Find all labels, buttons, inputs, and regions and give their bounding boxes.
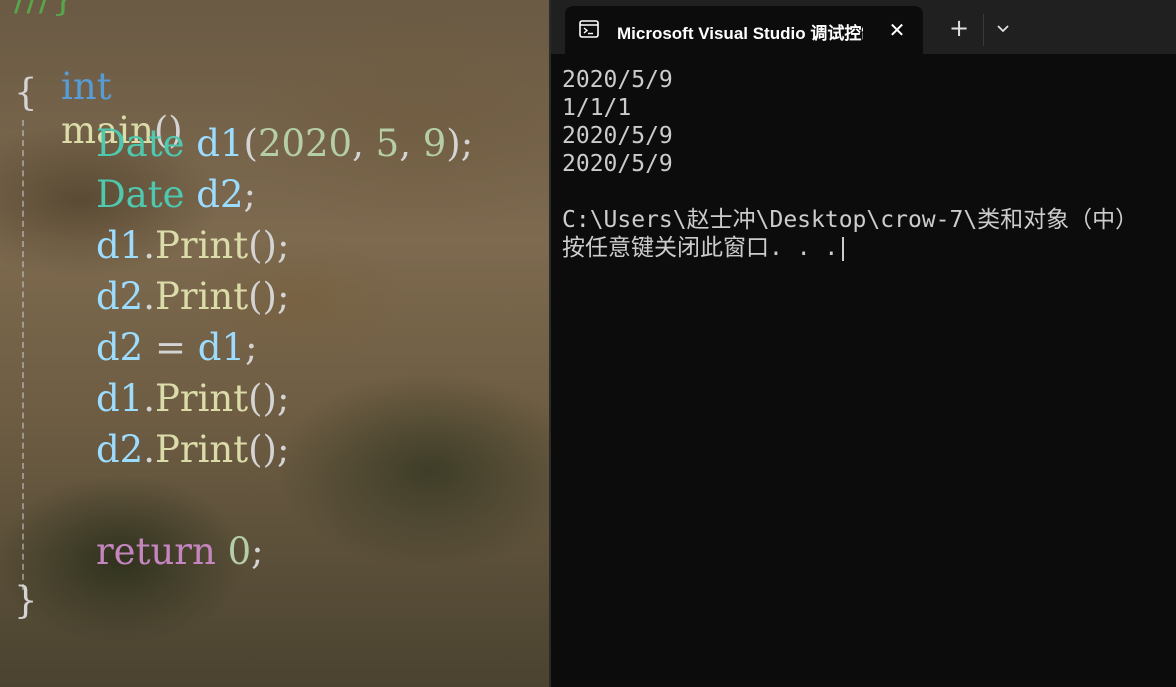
function-print: Print	[155, 275, 249, 318]
code-line-d2-print-2: d2.Print();	[96, 428, 289, 472]
close-icon[interactable]: ✕	[883, 16, 911, 44]
output-line: 2020/5/9	[562, 151, 673, 177]
function-print: Print	[155, 377, 249, 420]
var-d2: d2	[96, 428, 144, 471]
terminal-window[interactable]: Microsoft Visual Studio 调试控制台 ✕ + 2020/5…	[551, 0, 1176, 687]
function-print: Print	[155, 224, 249, 267]
var-d1: d1	[197, 326, 245, 369]
var-d2: d2	[96, 275, 144, 318]
code-punc: .	[143, 428, 155, 471]
code-punc: ();	[248, 428, 290, 471]
code-punc: .	[143, 224, 155, 267]
code-punc: ;	[243, 173, 256, 216]
output-line-blank	[562, 178, 1176, 206]
var-d2: d2	[196, 173, 244, 216]
code-punc: .	[143, 377, 155, 420]
output-line: 2020/5/9	[562, 67, 673, 93]
terminal-tab[interactable]: Microsoft Visual Studio 调试控制台 ✕	[565, 6, 923, 54]
num-literal: 0	[227, 530, 252, 573]
code-punc: (	[243, 122, 258, 165]
close-brace: }	[14, 579, 38, 622]
terminal-tab-bar: Microsoft Visual Studio 调试控制台 ✕ +	[551, 0, 1176, 54]
var-d1: d1	[96, 377, 144, 420]
code-line-date-d1: Date d1(2020, 5, 9);	[96, 122, 473, 166]
keyword-int: int	[61, 65, 112, 108]
var-d2: d2	[96, 326, 144, 369]
output-line: 1/1/1	[562, 95, 632, 121]
keyword-return: return	[96, 530, 216, 573]
plus-icon[interactable]: +	[945, 14, 973, 42]
code-line-main: int main()	[14, 21, 183, 197]
open-brace: {	[14, 71, 38, 114]
code-line-return: return 0;	[96, 530, 264, 574]
code-operator: =	[143, 326, 198, 369]
code-editor-pane[interactable]: ///} int main() { Date d1(2020, 5, 9); D…	[0, 0, 549, 687]
var-d1: d1	[196, 122, 244, 165]
code-line-assign: d2 = d1;	[96, 326, 257, 370]
function-print: Print	[155, 428, 249, 471]
console-output[interactable]: 2020/5/9 1/1/1 2020/5/9 2020/5/9 C:\User…	[562, 66, 1176, 262]
text-cursor	[842, 236, 845, 261]
num-literal: 5	[375, 122, 400, 165]
code-line-d2-print: d2.Print();	[96, 275, 289, 319]
code-line-d1-print-2: d1.Print();	[96, 377, 289, 421]
prompt-text: 按任意键关闭此窗口. . .	[562, 235, 839, 261]
code-punc: ();	[248, 275, 290, 318]
type-date: Date	[96, 122, 185, 165]
code-punc: .	[143, 275, 155, 318]
var-d1: d1	[96, 224, 144, 267]
output-line: 2020/5/9	[562, 123, 673, 149]
code-punc: ,	[352, 122, 376, 165]
type-date: Date	[96, 173, 185, 216]
code-punc: );	[446, 122, 474, 165]
code-punc: ,	[399, 122, 423, 165]
chevron-down-icon[interactable]	[991, 16, 1015, 40]
num-literal: 9	[422, 122, 447, 165]
code-punc: ;	[251, 530, 264, 573]
tab-title: Microsoft Visual Studio 调试控制台	[617, 24, 863, 43]
code-punc: ();	[248, 377, 290, 420]
code-punc: ;	[245, 326, 258, 369]
code-line-d1-print: d1.Print();	[96, 224, 289, 268]
code-punc: ();	[248, 224, 290, 267]
terminal-icon	[579, 20, 599, 38]
prompt-line: 按任意键关闭此窗口. . .	[562, 234, 1176, 262]
code-comment: ///}	[14, 0, 75, 20]
tab-separator	[983, 14, 984, 46]
num-literal: 2020	[257, 122, 353, 165]
path-line: C:\Users\赵士冲\Desktop\crow-7\类和对象（中）	[562, 207, 1139, 233]
code-line-date-d2: Date d2;	[96, 173, 256, 217]
